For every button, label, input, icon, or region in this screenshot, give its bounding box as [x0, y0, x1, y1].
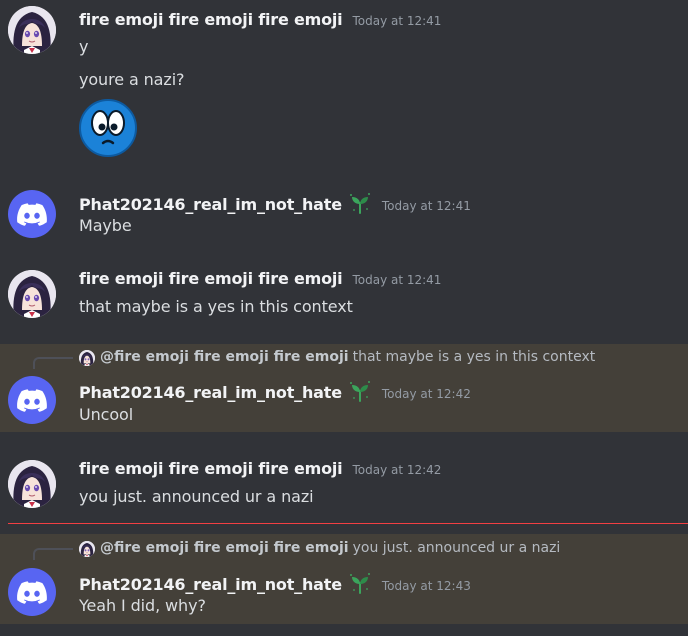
discord-logo-icon — [17, 581, 47, 604]
username[interactable]: fire emoji fire emoji fire emoji — [79, 459, 343, 478]
anime-avatar-icon — [8, 460, 56, 508]
message-1: fire emoji fire emoji fire emoji Today a… — [0, 0, 688, 170]
new-messages-divider — [8, 523, 688, 524]
reply-author[interactable]: @fire emoji fire emoji fire emoji — [100, 349, 349, 365]
user-avatar[interactable] — [8, 270, 56, 318]
message-header: fire emoji fire emoji fire emoji Today a… — [79, 269, 441, 288]
reply-preview[interactable]: you just. announced ur a nazi — [353, 540, 561, 556]
reply-avatar — [79, 350, 95, 366]
timestamp: Today at 12:43 — [381, 579, 471, 593]
surprised-face-emoji-icon[interactable] — [79, 99, 137, 157]
message-text: Maybe — [79, 216, 132, 235]
timestamp: Today at 12:41 — [352, 273, 442, 287]
message-text: Uncool — [79, 405, 134, 424]
message-header: Phat202146_real_im_not_hate Today at 12:… — [79, 568, 471, 594]
user-avatar[interactable] — [8, 190, 56, 238]
discord-logo-icon — [17, 389, 47, 412]
message-text: you just. announced ur a nazi — [79, 487, 314, 506]
anime-avatar-icon — [8, 6, 56, 54]
timestamp: Today at 12:41 — [352, 14, 442, 28]
anime-avatar-icon — [8, 270, 56, 318]
timestamp: Today at 12:42 — [352, 463, 442, 477]
user-avatar[interactable] — [8, 376, 56, 424]
timestamp: Today at 12:41 — [381, 199, 471, 213]
username[interactable]: Phat202146_real_im_not_hate — [79, 195, 342, 214]
message-text: that maybe is a yes in this context — [79, 297, 353, 316]
message-text: youre a nazi? — [79, 70, 185, 89]
username[interactable]: fire emoji fire emoji fire emoji — [79, 269, 343, 288]
message-header: Phat202146_real_im_not_hate Today at 12:… — [79, 376, 471, 402]
message-header: fire emoji fire emoji fire emoji Today a… — [79, 459, 441, 478]
username[interactable]: fire emoji fire emoji fire emoji — [79, 10, 343, 29]
message-3: fire emoji fire emoji fire emoji Today a… — [0, 260, 688, 330]
message-text: Yeah I did, why? — [79, 596, 206, 615]
reply-author[interactable]: @fire emoji fire emoji fire emoji — [100, 540, 349, 556]
message-header: Phat202146_real_im_not_hate Today at 12:… — [79, 188, 471, 214]
reply-spine — [33, 548, 73, 560]
sprout-icon[interactable] — [348, 380, 372, 402]
message-6: @fire emoji fire emoji fire emoji you ju… — [0, 534, 688, 624]
sprout-icon[interactable] — [348, 192, 372, 214]
message-2: Phat202146_real_im_not_hate Today at 12:… — [0, 180, 688, 240]
message-text: y — [79, 37, 89, 56]
user-avatar[interactable] — [8, 460, 56, 508]
message-5: fire emoji fire emoji fire emoji Today a… — [0, 450, 688, 520]
message-4: @fire emoji fire emoji fire emoji that m… — [0, 344, 688, 432]
user-avatar[interactable] — [8, 568, 56, 616]
anime-avatar-icon — [79, 350, 95, 366]
message-header: fire emoji fire emoji fire emoji Today a… — [79, 10, 441, 29]
sprout-icon[interactable] — [348, 572, 372, 594]
reply-avatar — [79, 541, 95, 557]
username[interactable]: Phat202146_real_im_not_hate — [79, 383, 342, 402]
timestamp: Today at 12:42 — [381, 387, 471, 401]
reply-spine — [33, 357, 73, 369]
reply-preview[interactable]: that maybe is a yes in this context — [353, 349, 596, 365]
discord-logo-icon — [17, 203, 47, 226]
user-avatar[interactable] — [8, 6, 56, 54]
username[interactable]: Phat202146_real_im_not_hate — [79, 575, 342, 594]
anime-avatar-icon — [79, 541, 95, 557]
